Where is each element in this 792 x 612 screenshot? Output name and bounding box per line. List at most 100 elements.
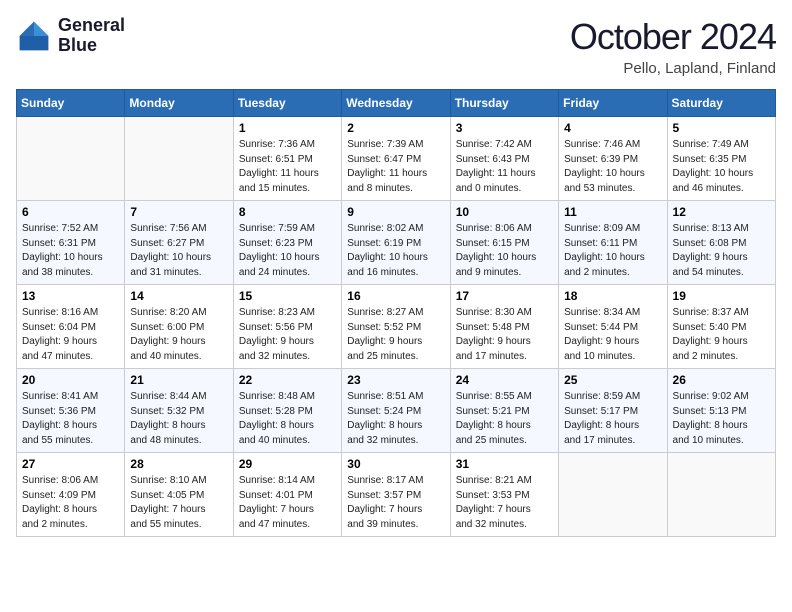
calendar-cell: 17 Sunrise: 8:30 AM Sunset: 5:48 PM Dayli… xyxy=(450,285,558,369)
day-number: 7 xyxy=(130,205,227,219)
calendar-cell: 19 Sunrise: 8:37 AM Sunset: 5:40 PM Dayli… xyxy=(667,285,775,369)
weekday-header-thursday: Thursday xyxy=(450,90,558,117)
calendar-cell xyxy=(17,117,125,201)
day-info: Sunrise: 7:52 AM Sunset: 6:31 PM Dayligh… xyxy=(22,222,119,280)
calendar-cell: 23 Sunrise: 8:51 AM Sunset: 5:24 PM Dayli… xyxy=(342,369,450,453)
weekday-header-monday: Monday xyxy=(125,90,233,117)
day-number: 10 xyxy=(456,205,553,219)
calendar-cell: 24 Sunrise: 8:55 AM Sunset: 5:21 PM Dayli… xyxy=(450,369,558,453)
day-info: Sunrise: 7:46 AM Sunset: 6:39 PM Dayligh… xyxy=(564,138,661,196)
calendar-cell: 4 Sunrise: 7:46 AM Sunset: 6:39 PM Daylig… xyxy=(559,117,667,201)
day-number: 11 xyxy=(564,205,661,219)
day-info: Sunrise: 9:02 AM Sunset: 5:13 PM Dayligh… xyxy=(673,390,770,448)
day-number: 1 xyxy=(239,121,336,135)
day-info: Sunrise: 8:44 AM Sunset: 5:32 PM Dayligh… xyxy=(130,390,227,448)
day-number: 31 xyxy=(456,457,553,471)
weekday-header-row: SundayMondayTuesdayWednesdayThursdayFrid… xyxy=(17,90,776,117)
day-number: 21 xyxy=(130,373,227,387)
day-info: Sunrise: 7:49 AM Sunset: 6:35 PM Dayligh… xyxy=(673,138,770,196)
day-info: Sunrise: 8:55 AM Sunset: 5:21 PM Dayligh… xyxy=(456,390,553,448)
day-number: 22 xyxy=(239,373,336,387)
calendar-cell: 26Sunrise: 9:02 AM Sunset: 5:13 PM Dayli… xyxy=(667,369,775,453)
calendar-cell: 21 Sunrise: 8:44 AM Sunset: 5:32 PM Dayli… xyxy=(125,369,233,453)
calendar-cell: 2Sunrise: 7:39 AM Sunset: 6:47 PM Daylig… xyxy=(342,117,450,201)
week-row-4: 20 Sunrise: 8:41 AM Sunset: 5:36 PM Dayli… xyxy=(17,369,776,453)
calendar-cell: 14 Sunrise: 8:20 AM Sunset: 6:00 PM Dayli… xyxy=(125,285,233,369)
day-number: 13 xyxy=(22,289,119,303)
calendar-cell: 16Sunrise: 8:27 AM Sunset: 5:52 PM Dayli… xyxy=(342,285,450,369)
day-info: Sunrise: 8:02 AM Sunset: 6:19 PM Dayligh… xyxy=(347,222,444,280)
day-info: Sunrise: 8:09 AM Sunset: 6:11 PM Dayligh… xyxy=(564,222,661,280)
day-number: 19 xyxy=(673,289,770,303)
day-number: 17 xyxy=(456,289,553,303)
day-info: Sunrise: 8:48 AM Sunset: 5:28 PM Dayligh… xyxy=(239,390,336,448)
day-info: Sunrise: 8:34 AM Sunset: 5:44 PM Dayligh… xyxy=(564,306,661,364)
logo: General Blue xyxy=(16,16,125,56)
day-number: 20 xyxy=(22,373,119,387)
week-row-3: 13 Sunrise: 8:16 AM Sunset: 6:04 PM Dayli… xyxy=(17,285,776,369)
calendar-cell: 3Sunrise: 7:42 AM Sunset: 6:43 PM Daylig… xyxy=(450,117,558,201)
day-info: Sunrise: 8:06 AM Sunset: 6:15 PM Dayligh… xyxy=(456,222,553,280)
calendar-cell xyxy=(125,117,233,201)
week-row-1: 1 Sunrise: 7:36 AM Sunset: 6:51 PM Daylig… xyxy=(17,117,776,201)
day-info: Sunrise: 8:10 AM Sunset: 4:05 PM Dayligh… xyxy=(130,474,227,532)
calendar-cell: 1 Sunrise: 7:36 AM Sunset: 6:51 PM Daylig… xyxy=(233,117,341,201)
week-row-2: 6 Sunrise: 7:52 AM Sunset: 6:31 PM Daylig… xyxy=(17,201,776,285)
day-info: Sunrise: 7:36 AM Sunset: 6:51 PM Dayligh… xyxy=(239,138,336,196)
calendar-cell xyxy=(667,453,775,537)
day-info: Sunrise: 8:30 AM Sunset: 5:48 PM Dayligh… xyxy=(456,306,553,364)
day-number: 23 xyxy=(347,373,444,387)
day-info: Sunrise: 8:20 AM Sunset: 6:00 PM Dayligh… xyxy=(130,306,227,364)
day-info: Sunrise: 8:21 AM Sunset: 3:53 PM Dayligh… xyxy=(456,474,553,532)
day-number: 28 xyxy=(130,457,227,471)
day-info: Sunrise: 8:16 AM Sunset: 6:04 PM Dayligh… xyxy=(22,306,119,364)
day-info: Sunrise: 7:42 AM Sunset: 6:43 PM Dayligh… xyxy=(456,138,553,196)
day-number: 8 xyxy=(239,205,336,219)
page-header: General Blue October 2024 Pello, Lapland… xyxy=(16,16,776,77)
day-info: Sunrise: 8:41 AM Sunset: 5:36 PM Dayligh… xyxy=(22,390,119,448)
day-info: Sunrise: 7:56 AM Sunset: 6:27 PM Dayligh… xyxy=(130,222,227,280)
weekday-header-friday: Friday xyxy=(559,90,667,117)
calendar-cell: 30Sunrise: 8:17 AM Sunset: 3:57 PM Dayli… xyxy=(342,453,450,537)
calendar-cell: 5 Sunrise: 7:49 AM Sunset: 6:35 PM Daylig… xyxy=(667,117,775,201)
day-info: Sunrise: 8:51 AM Sunset: 5:24 PM Dayligh… xyxy=(347,390,444,448)
calendar-cell: 9 Sunrise: 8:02 AM Sunset: 6:19 PM Daylig… xyxy=(342,201,450,285)
day-number: 24 xyxy=(456,373,553,387)
calendar-cell: 22 Sunrise: 8:48 AM Sunset: 5:28 PM Dayli… xyxy=(233,369,341,453)
calendar-cell: 15Sunrise: 8:23 AM Sunset: 5:56 PM Dayli… xyxy=(233,285,341,369)
day-number: 14 xyxy=(130,289,227,303)
day-number: 27 xyxy=(22,457,119,471)
calendar-cell: 28 Sunrise: 8:10 AM Sunset: 4:05 PM Dayli… xyxy=(125,453,233,537)
day-info: Sunrise: 8:59 AM Sunset: 5:17 PM Dayligh… xyxy=(564,390,661,448)
calendar-cell: 29Sunrise: 8:14 AM Sunset: 4:01 PM Dayli… xyxy=(233,453,341,537)
weekday-header-sunday: Sunday xyxy=(17,90,125,117)
day-info: Sunrise: 8:37 AM Sunset: 5:40 PM Dayligh… xyxy=(673,306,770,364)
day-info: Sunrise: 7:39 AM Sunset: 6:47 PM Dayligh… xyxy=(347,138,444,196)
weekday-header-tuesday: Tuesday xyxy=(233,90,341,117)
calendar-cell xyxy=(559,453,667,537)
day-info: Sunrise: 8:14 AM Sunset: 4:01 PM Dayligh… xyxy=(239,474,336,532)
calendar-cell: 13 Sunrise: 8:16 AM Sunset: 6:04 PM Dayli… xyxy=(17,285,125,369)
calendar-cell: 10 Sunrise: 8:06 AM Sunset: 6:15 PM Dayli… xyxy=(450,201,558,285)
calendar-cell: 7 Sunrise: 7:56 AM Sunset: 6:27 PM Daylig… xyxy=(125,201,233,285)
calendar-cell: 18 Sunrise: 8:34 AM Sunset: 5:44 PM Dayli… xyxy=(559,285,667,369)
day-number: 25 xyxy=(564,373,661,387)
calendar-cell: 31 Sunrise: 8:21 AM Sunset: 3:53 PM Dayli… xyxy=(450,453,558,537)
location: Pello, Lapland, Finland xyxy=(570,60,776,77)
day-info: Sunrise: 8:17 AM Sunset: 3:57 PM Dayligh… xyxy=(347,474,444,532)
day-number: 9 xyxy=(347,205,444,219)
day-number: 18 xyxy=(564,289,661,303)
day-number: 6 xyxy=(22,205,119,219)
day-info: Sunrise: 8:27 AM Sunset: 5:52 PM Dayligh… xyxy=(347,306,444,364)
calendar-cell: 25 Sunrise: 8:59 AM Sunset: 5:17 PM Dayli… xyxy=(559,369,667,453)
day-number: 4 xyxy=(564,121,661,135)
day-number: 12 xyxy=(673,205,770,219)
logo-icon xyxy=(16,18,52,54)
weekday-header-wednesday: Wednesday xyxy=(342,90,450,117)
day-number: 5 xyxy=(673,121,770,135)
day-info: Sunrise: 8:23 AM Sunset: 5:56 PM Dayligh… xyxy=(239,306,336,364)
calendar-cell: 20 Sunrise: 8:41 AM Sunset: 5:36 PM Dayli… xyxy=(17,369,125,453)
calendar-cell: 11 Sunrise: 8:09 AM Sunset: 6:11 PM Dayli… xyxy=(559,201,667,285)
day-info: Sunrise: 8:06 AM Sunset: 4:09 PM Dayligh… xyxy=(22,474,119,532)
calendar-cell: 8Sunrise: 7:59 AM Sunset: 6:23 PM Daylig… xyxy=(233,201,341,285)
